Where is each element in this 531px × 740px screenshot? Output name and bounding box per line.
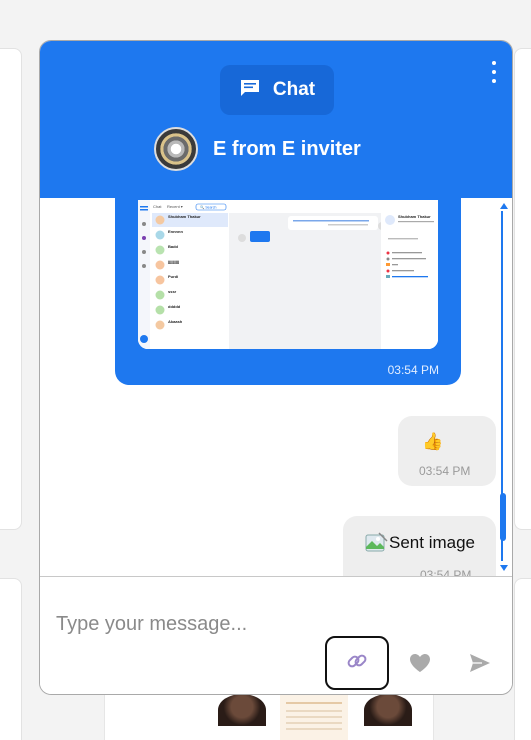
link-icon	[345, 649, 369, 678]
background-note	[280, 692, 348, 740]
svg-text:🔍 Search: 🔍 Search	[200, 205, 216, 210]
message-input[interactable]	[56, 611, 476, 637]
background-card	[514, 578, 531, 740]
thumb-contact: Shubham Thakur	[168, 214, 201, 219]
background-photo	[218, 694, 266, 726]
message-text: Sent image	[389, 533, 475, 552]
incoming-message[interactable]: 👍 03:54 PM	[398, 416, 496, 486]
thumb-contact: sssr	[168, 289, 177, 294]
thumbs-up-emoji: 👍	[422, 432, 444, 451]
contact-avatar[interactable]	[154, 127, 198, 171]
message-list[interactable]: Chat Recent ▾ 🔍 Search Shubham Thakur En…	[40, 198, 512, 576]
thumb-contact: Akaash	[168, 319, 183, 324]
heart-icon	[409, 653, 431, 678]
scroll-down-arrow-icon[interactable]	[500, 565, 508, 571]
thumb-contact: Badd	[168, 244, 179, 249]
thumb-contact: Purdi	[168, 274, 178, 279]
thumb-contact: ddddd	[168, 304, 181, 309]
svg-text:Recent ▾: Recent ▾	[167, 204, 183, 209]
scroll-thumb[interactable]	[500, 493, 506, 541]
send-button[interactable]	[467, 653, 493, 677]
attach-link-button[interactable]	[325, 636, 389, 690]
message-timestamp: 03:54 PM	[387, 363, 439, 377]
background-card	[0, 578, 22, 740]
background-card	[0, 48, 22, 530]
shared-screenshot-image[interactable]: Chat Recent ▾ 🔍 Search Shubham Thakur En…	[138, 200, 438, 349]
message-timestamp: 03:54 PM	[420, 568, 472, 576]
message-timestamp: 03:54 PM	[419, 464, 471, 478]
chat-title-label: Chat	[272, 79, 316, 100]
scroll-up-arrow-icon[interactable]	[500, 203, 508, 209]
chat-header: Chat E from E inviter	[40, 41, 512, 198]
like-button[interactable]	[408, 653, 432, 677]
chat-title: Chat	[220, 65, 334, 115]
thumb-contact: jjjjjjjjjj	[167, 259, 179, 264]
background-card	[514, 48, 531, 530]
kebab-menu-icon[interactable]	[490, 61, 498, 83]
incoming-message[interactable]: Sent image 03:54 PM	[343, 516, 496, 576]
broken-image-icon	[365, 532, 389, 554]
thumb-contact-header: Shubham Thakur	[398, 214, 431, 219]
message-scrollbar[interactable]	[497, 203, 511, 571]
svg-text:Chat: Chat	[153, 204, 162, 209]
outgoing-image-message[interactable]: Chat Recent ▾ 🔍 Search Shubham Thakur En…	[115, 198, 461, 385]
chat-window: Chat E from E inviter Chat Recent ▾ 🔍 Se…	[39, 40, 513, 695]
background-photo	[364, 694, 412, 726]
message-composer	[40, 576, 512, 694]
thumb-contact: Ennnnn	[168, 229, 183, 234]
contact-name: E from E inviter	[213, 138, 361, 160]
chat-bubble-icon	[239, 79, 261, 102]
send-icon	[469, 653, 491, 678]
